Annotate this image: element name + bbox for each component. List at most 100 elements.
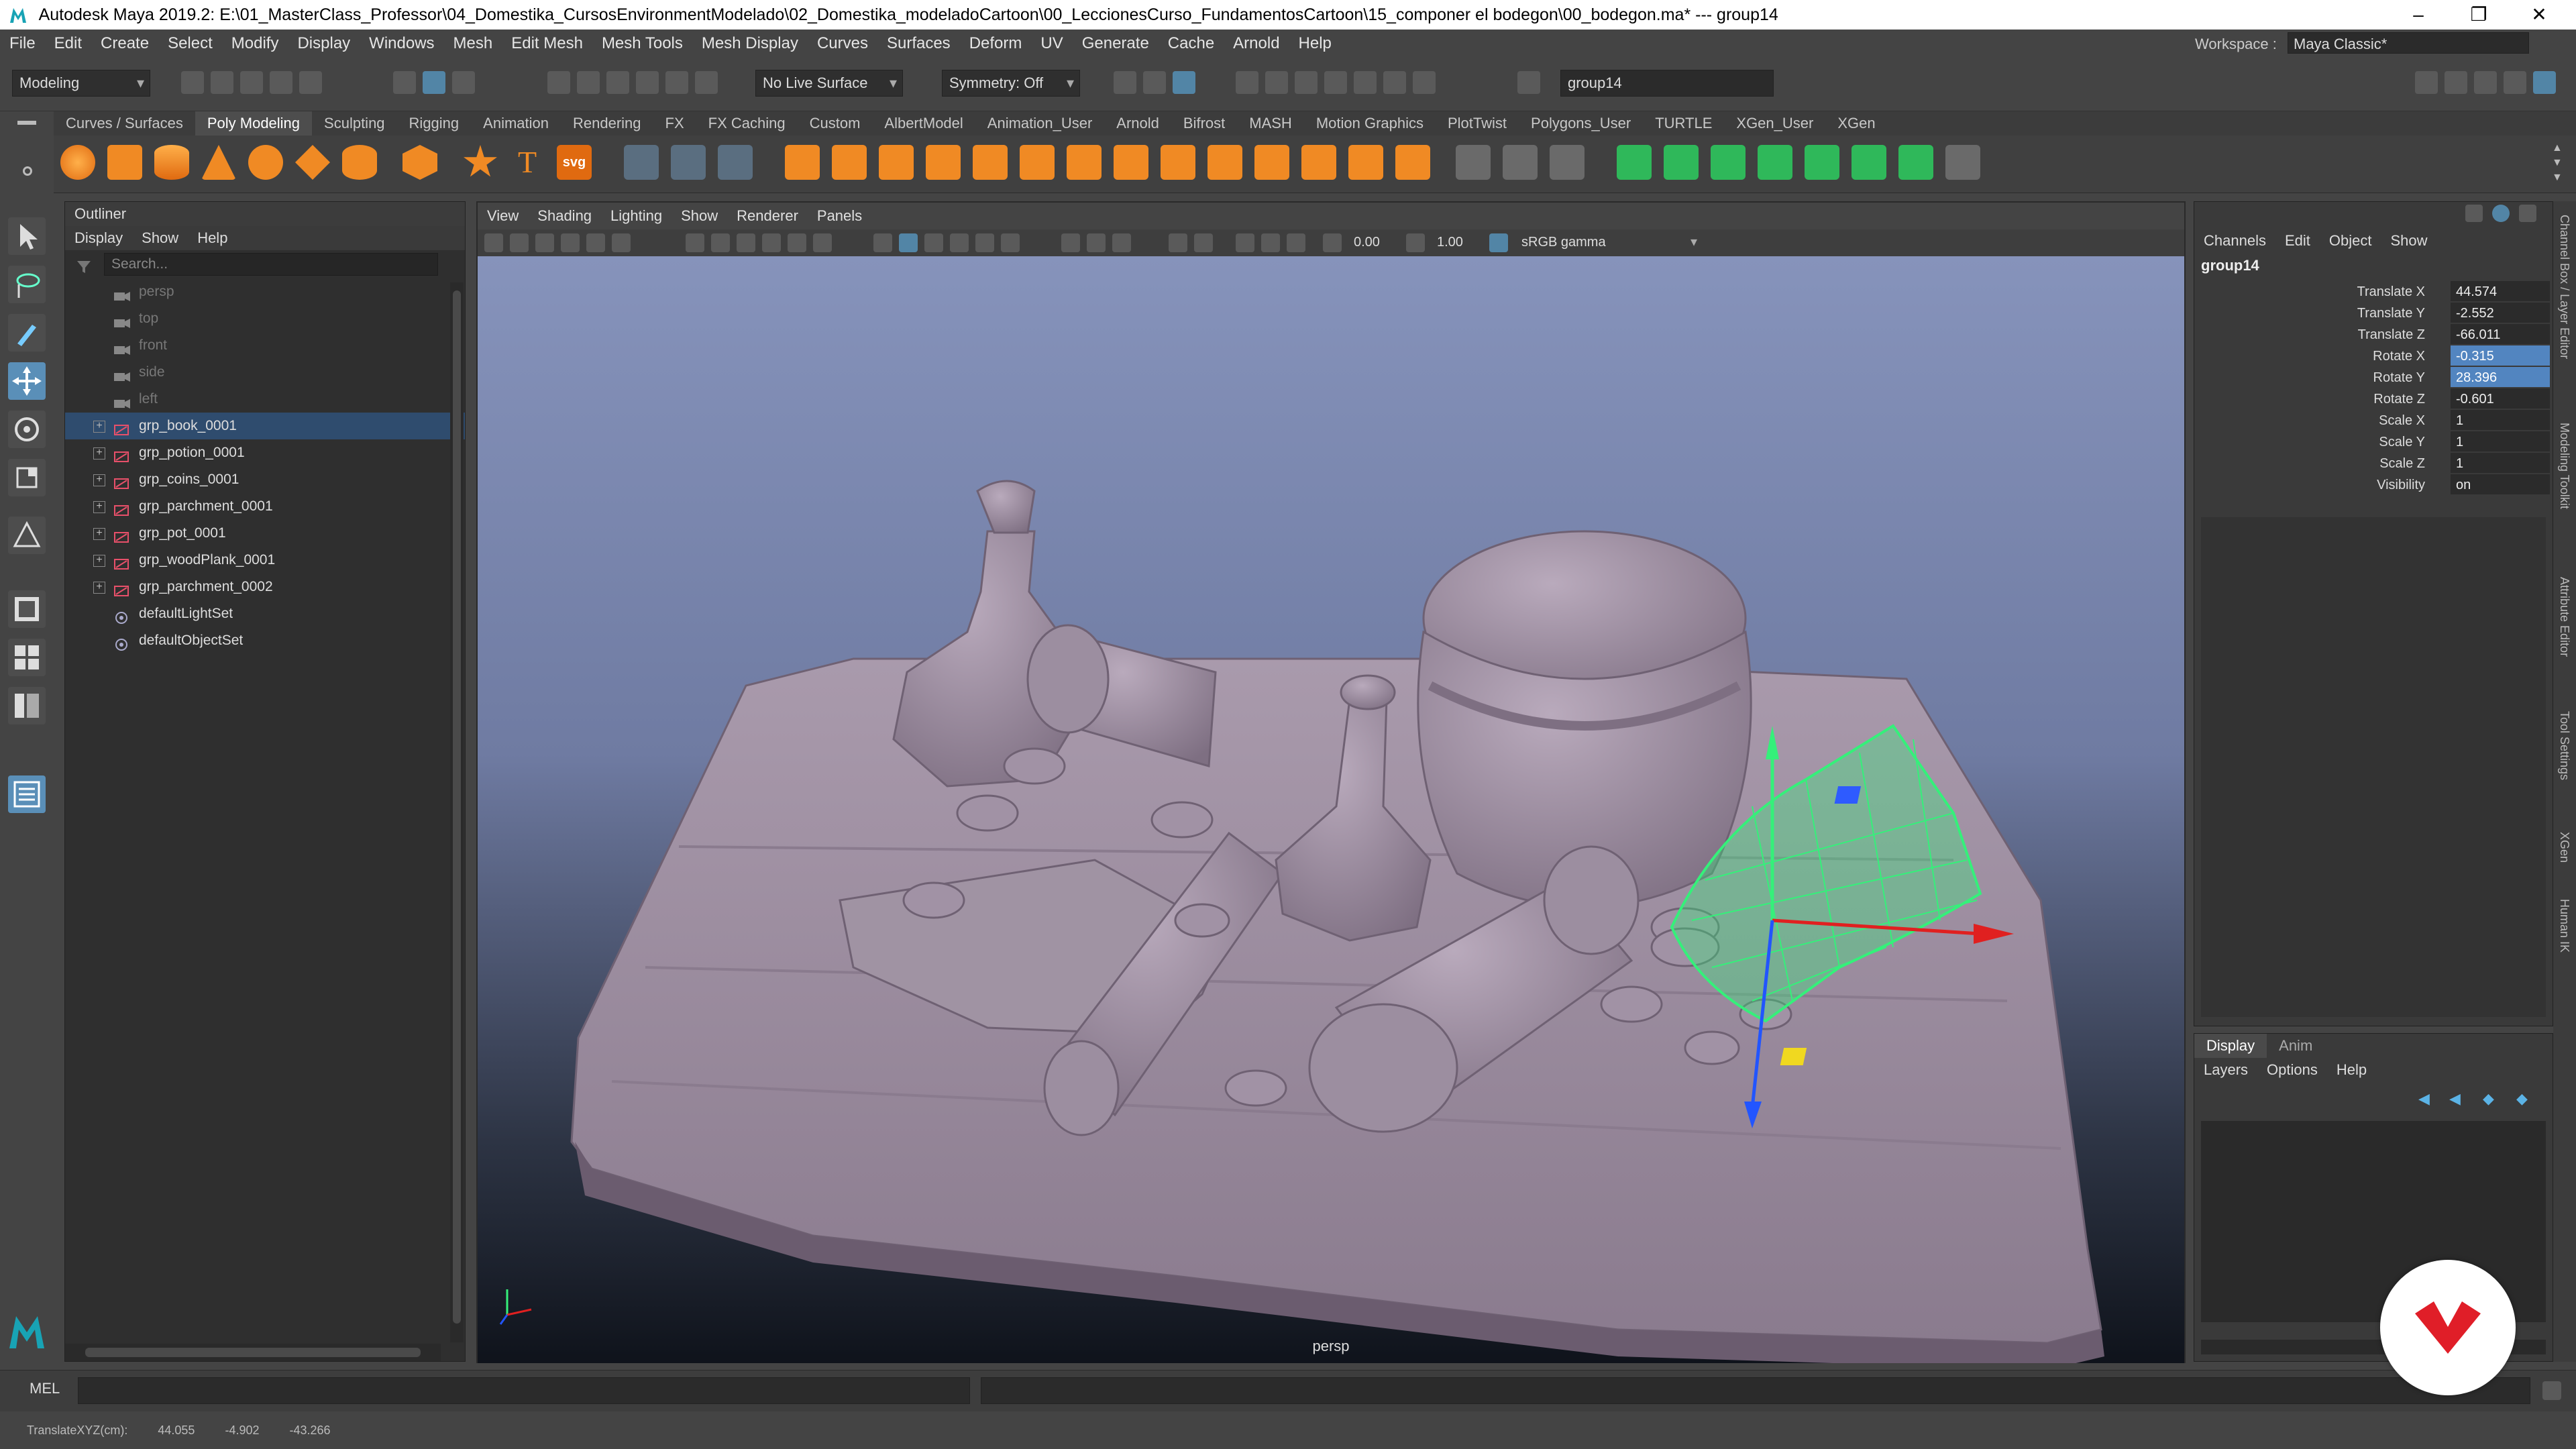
boolean-icon[interactable]: [926, 145, 961, 180]
side-tab-xgen[interactable]: XGen: [2557, 832, 2571, 863]
close-button[interactable]: ✕: [2509, 0, 2569, 30]
bridge-icon[interactable]: [1067, 145, 1102, 180]
poly-cylinder-icon[interactable]: [154, 145, 189, 180]
ipr-render-icon[interactable]: [1265, 71, 1288, 94]
menu-select[interactable]: Select: [158, 30, 222, 58]
paint-select-icon[interactable]: [718, 145, 753, 180]
outliner-item-grp-pot-0001[interactable]: + grp_pot_0001: [65, 520, 465, 547]
outliner-item-front[interactable]: front: [65, 332, 465, 359]
outliner-item-grp-parchment-0001[interactable]: + grp_parchment_0001: [65, 493, 465, 520]
hypershade-icon[interactable]: [1324, 71, 1347, 94]
resolution-gate-icon[interactable]: [737, 233, 755, 252]
menu-modify[interactable]: Modify: [222, 30, 288, 58]
scale-tool-icon[interactable]: [8, 459, 46, 496]
outliner-hscrollbar[interactable]: [65, 1344, 441, 1361]
outliner-scrollbar[interactable]: [450, 282, 464, 1342]
lasso-tool-icon[interactable]: [671, 145, 706, 180]
xray-icon[interactable]: [1194, 233, 1213, 252]
channel-value-field[interactable]: -0.601: [2451, 388, 2550, 409]
channel-name[interactable]: Rotate X: [2373, 345, 2425, 367]
merge-icon[interactable]: [1254, 145, 1289, 180]
shelf-tab-sculpting[interactable]: Sculpting: [312, 111, 397, 136]
new-scene-icon[interactable]: [181, 71, 204, 94]
tool-settings-toggle-icon[interactable]: [2474, 71, 2497, 94]
attribute-editor-toggle-icon[interactable]: [2445, 71, 2467, 94]
automatic-uv-icon[interactable]: [1758, 145, 1792, 180]
shelf-tab-arnold[interactable]: Arnold: [1104, 111, 1171, 136]
menu-mesh[interactable]: Mesh: [444, 30, 502, 58]
move-tool-icon[interactable]: [8, 362, 46, 400]
menu-help[interactable]: Help: [1289, 30, 1341, 58]
shelf-tab-fx-caching[interactable]: FX Caching: [696, 111, 798, 136]
platonic-solid-icon[interactable]: [402, 145, 437, 180]
film-gate-icon[interactable]: [711, 233, 730, 252]
poly-cube-icon[interactable]: [107, 145, 142, 180]
poly-sphere-icon[interactable]: [60, 145, 95, 180]
maximize-button[interactable]: ❐: [2449, 0, 2509, 30]
single-perspective-layout-icon[interactable]: [8, 590, 46, 628]
outliner-toggle-icon[interactable]: [2504, 71, 2526, 94]
new-layer-icon[interactable]: ◆: [2483, 1090, 2503, 1108]
exposure-field[interactable]: 0.00: [1347, 232, 1394, 254]
channel-box-sync-icon[interactable]: [2492, 205, 2510, 222]
outliner-item-grp-coins-0001[interactable]: + grp_coins_0001: [65, 466, 465, 493]
channel-scale-z[interactable]: Scale Z 1: [2194, 453, 2553, 474]
paint-select-icon[interactable]: [8, 314, 46, 352]
insert-edge-loop-icon[interactable]: [1503, 145, 1538, 180]
frame-all-icon[interactable]: [1287, 233, 1305, 252]
viewport-menu-show[interactable]: Show: [672, 207, 727, 224]
modeling-toolkit-toggle-icon[interactable]: [2415, 71, 2438, 94]
channel-value-field[interactable]: 44.574: [2451, 281, 2550, 301]
color-management-icon[interactable]: [1489, 233, 1508, 252]
shelf-tab-custom[interactable]: Custom: [798, 111, 873, 136]
viewport-menu-shading[interactable]: Shading: [528, 207, 601, 224]
expand-icon[interactable]: +: [93, 474, 105, 486]
channel-value-field[interactable]: on: [2451, 474, 2550, 494]
menu-display[interactable]: Display: [288, 30, 360, 58]
render-view-icon[interactable]: [1173, 71, 1195, 94]
gamma-icon[interactable]: [1406, 233, 1425, 252]
snap-live-icon[interactable]: [695, 71, 718, 94]
shelf-tab-albertmodel[interactable]: AlbertModel: [872, 111, 975, 136]
quad-draw-icon[interactable]: [1550, 145, 1585, 180]
open-scene-icon[interactable]: [211, 71, 233, 94]
four-view-layout-icon[interactable]: [8, 639, 46, 676]
menu-file[interactable]: File: [0, 30, 45, 58]
menu-arnold[interactable]: Arnold: [1224, 30, 1289, 58]
minimize-button[interactable]: –: [2388, 0, 2449, 30]
shelf-tab-turtle[interactable]: TURTLE: [1643, 111, 1724, 136]
side-tab-channel-box[interactable]: Channel Box / Layer Editor: [2557, 215, 2571, 359]
anti-aliasing-icon[interactable]: [1112, 233, 1131, 252]
outliner-item-defaultobjectset[interactable]: defaultObjectSet: [65, 627, 465, 654]
viewport-menu-renderer[interactable]: Renderer: [727, 207, 808, 224]
menu-uv[interactable]: UV: [1031, 30, 1072, 58]
super-shape-icon[interactable]: [464, 145, 497, 177]
shelf-tab-mash[interactable]: MASH: [1237, 111, 1304, 136]
channel-rotate-z[interactable]: Rotate Z -0.601: [2194, 388, 2553, 410]
xray-joints-icon[interactable]: [1236, 233, 1254, 252]
channel-box-float-icon[interactable]: [2519, 205, 2536, 222]
planar-uv-icon[interactable]: [1617, 145, 1652, 180]
shelf-tab-plottwist[interactable]: PlotTwist: [1436, 111, 1519, 136]
script-editor-icon[interactable]: [2542, 1381, 2561, 1400]
side-tab-tool-settings[interactable]: Tool Settings: [2557, 711, 2571, 780]
snap-grid-icon[interactable]: [547, 71, 570, 94]
poly-torus-icon[interactable]: [248, 145, 283, 180]
channel-visibility[interactable]: Visibility on: [2194, 474, 2553, 496]
outliner-item-grp-book-0001[interactable]: + grp_book_0001: [65, 413, 465, 439]
channel-name[interactable]: Rotate Z: [2373, 388, 2425, 410]
shelf-tab-animation-user[interactable]: Animation_User: [975, 111, 1105, 136]
channel-value-field[interactable]: -2.552: [2451, 303, 2550, 323]
use-all-lights-icon[interactable]: [975, 233, 994, 252]
extrude-icon[interactable]: [1020, 145, 1055, 180]
separate-icon[interactable]: [832, 145, 867, 180]
symmetry-dropdown[interactable]: Symmetry: Off: [942, 70, 1080, 97]
channel-value-field[interactable]: 1: [2451, 431, 2550, 451]
shelf-tab-poly-modeling[interactable]: Poly Modeling: [195, 111, 313, 136]
render-frame-icon[interactable]: [1236, 71, 1258, 94]
shelf-tab-rigging[interactable]: Rigging: [397, 111, 472, 136]
menu-deform[interactable]: Deform: [960, 30, 1032, 58]
outliner-item-side[interactable]: side: [65, 359, 465, 386]
select-arrow-icon[interactable]: [8, 217, 46, 255]
new-layer-from-selection-icon[interactable]: ◆: [2516, 1090, 2536, 1108]
